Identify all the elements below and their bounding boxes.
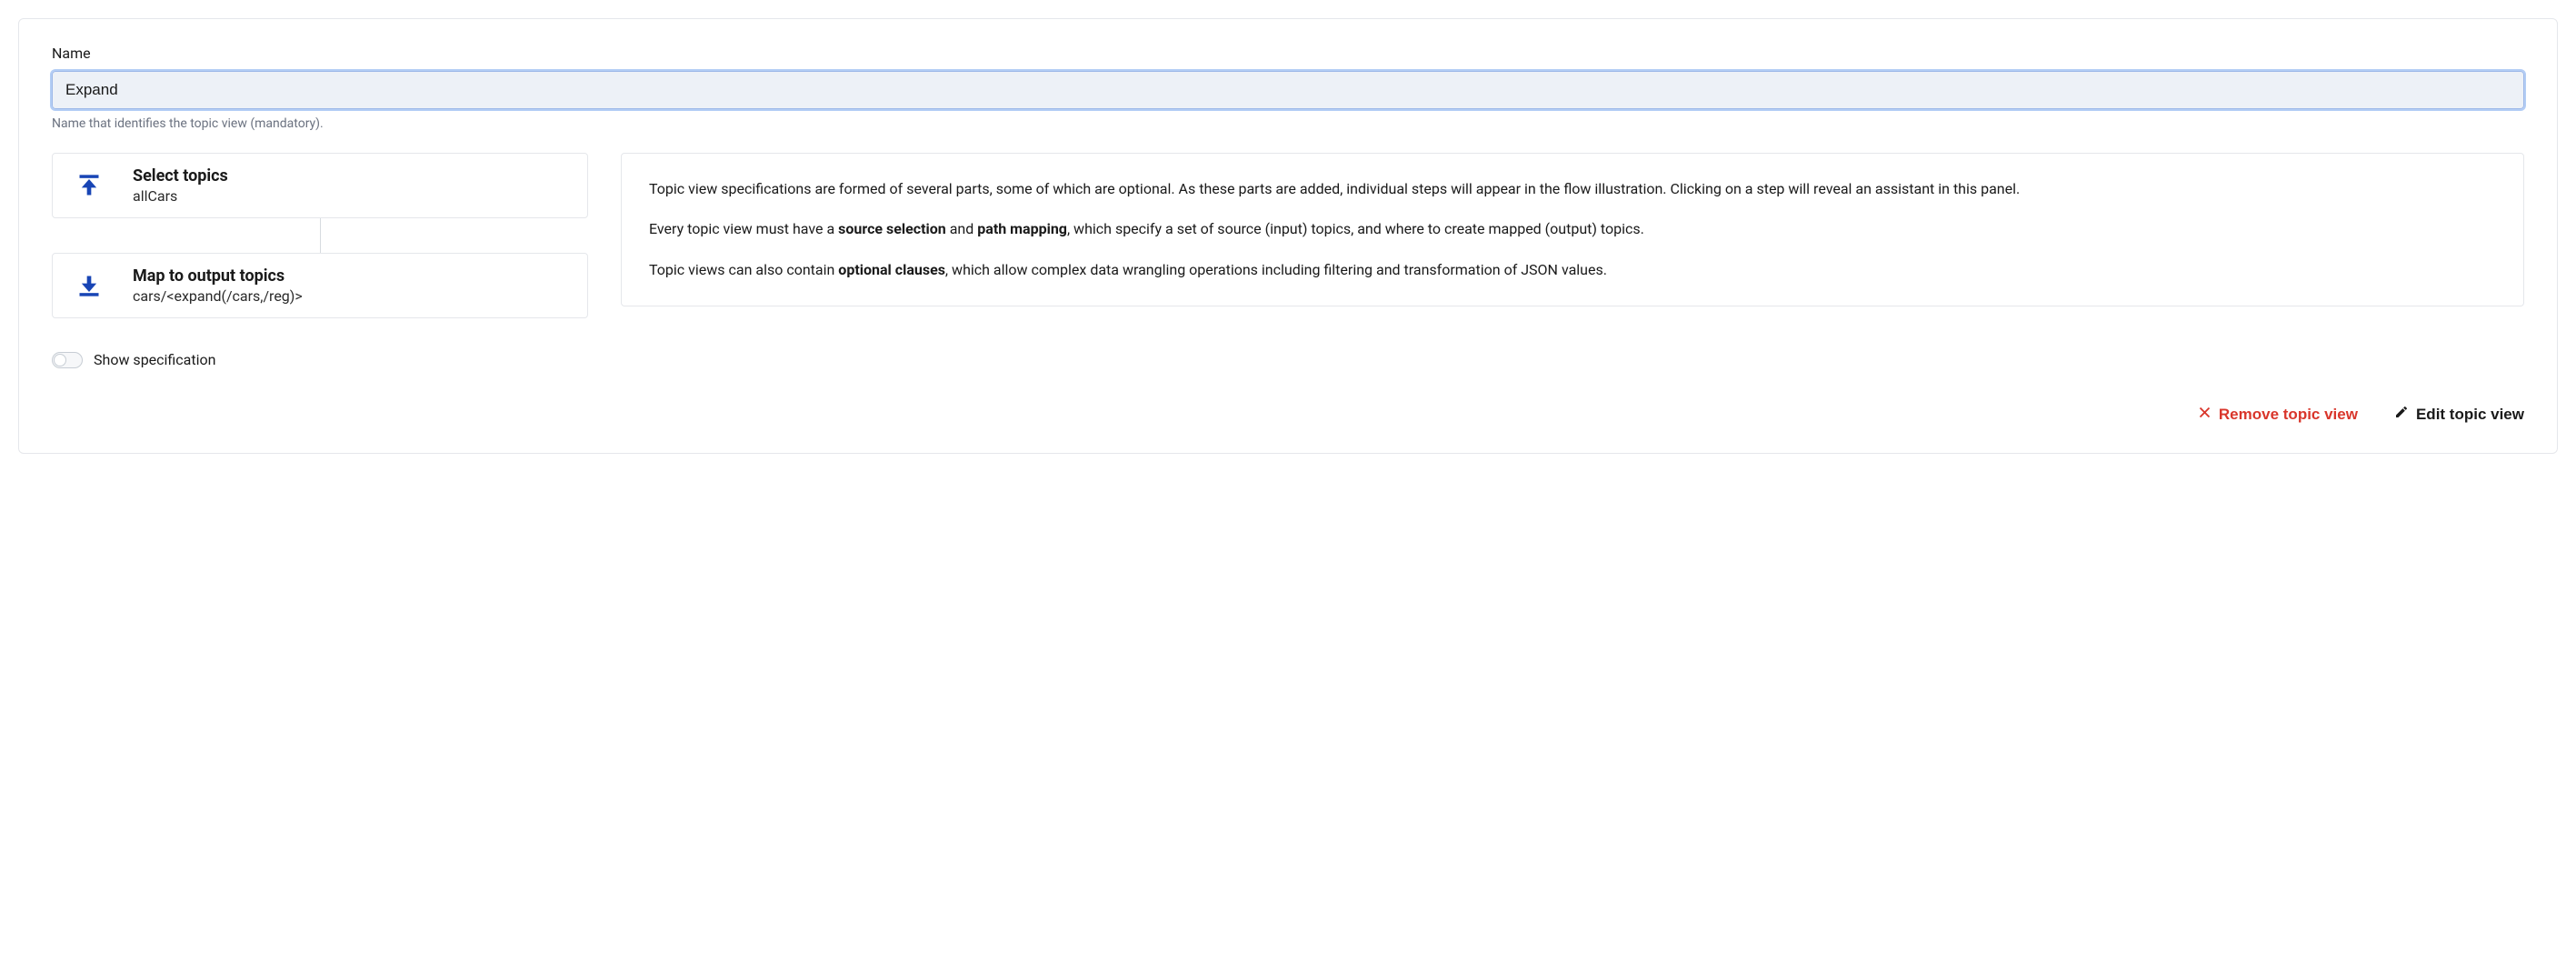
info-paragraph-1: Topic view specifications are formed of … <box>649 177 2496 201</box>
step-body: Select topics allCars <box>133 166 228 205</box>
step-subtitle: cars/<expand(/cars,/reg)> <box>133 287 303 305</box>
step-map-output[interactable]: Map to output topics cars/<expand(/cars,… <box>52 253 588 318</box>
info-panel: Topic view specifications are formed of … <box>621 153 2524 306</box>
content-row: Select topics allCars Map to output topi… <box>52 153 2524 318</box>
info-paragraph-2: Every topic view must have a source sele… <box>649 217 2496 241</box>
show-spec-label: Show specification <box>94 351 215 368</box>
close-icon <box>2198 406 2212 424</box>
name-help-text: Name that identifies the topic view (man… <box>52 116 2524 131</box>
step-title: Select topics <box>133 166 228 186</box>
step-select-topics[interactable]: Select topics allCars <box>52 153 588 218</box>
step-body: Map to output topics cars/<expand(/cars,… <box>133 266 303 305</box>
step-title: Map to output topics <box>133 266 303 286</box>
download-icon <box>71 267 107 304</box>
edit-topic-view-button[interactable]: Edit topic view <box>2394 405 2524 424</box>
edit-label: Edit topic view <box>2416 406 2524 424</box>
upload-icon <box>71 167 107 204</box>
topic-view-panel: Name Name that identifies the topic view… <box>18 18 2558 454</box>
flow-connector <box>320 218 321 253</box>
name-label: Name <box>52 45 2524 62</box>
pencil-icon <box>2394 405 2409 424</box>
toggle-knob <box>54 354 66 367</box>
remove-label: Remove topic view <box>2219 406 2358 424</box>
show-spec-row: Show specification <box>52 351 2524 368</box>
remove-topic-view-button[interactable]: Remove topic view <box>2198 406 2358 424</box>
info-paragraph-3: Topic views can also contain optional cl… <box>649 258 2496 282</box>
flow-column: Select topics allCars Map to output topi… <box>52 153 588 318</box>
show-spec-toggle[interactable] <box>52 352 83 368</box>
step-subtitle: allCars <box>133 187 228 205</box>
name-input[interactable] <box>52 71 2524 109</box>
actions-row: Remove topic view Edit topic view <box>52 405 2524 424</box>
